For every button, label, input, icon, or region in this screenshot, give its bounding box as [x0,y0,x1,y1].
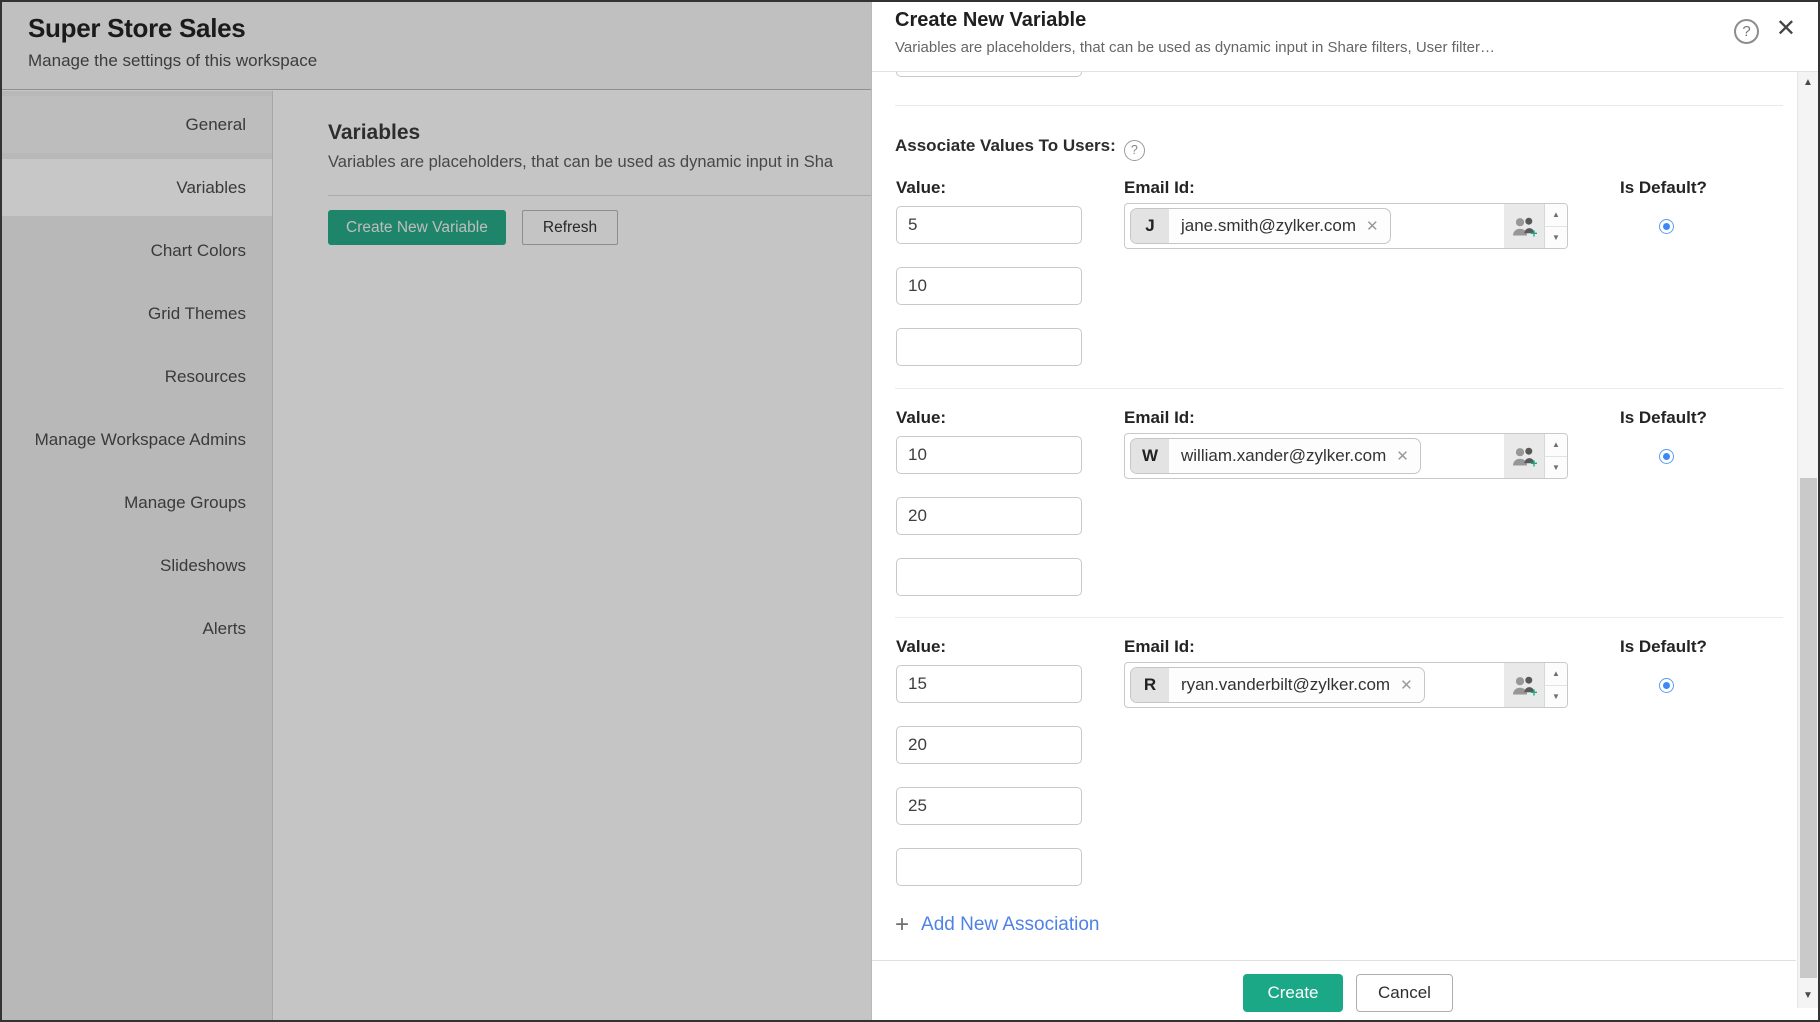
panel-footer: Create Cancel [872,960,1796,1022]
plus-icon: + [895,915,909,935]
user-chip: R ryan.vanderbilt@zylker.com ✕ [1130,667,1425,703]
block-divider [895,388,1783,389]
value-input[interactable] [896,328,1082,366]
user-email: jane.smith@zylker.com [1169,216,1366,236]
add-new-association-label: Add New Association [921,914,1100,936]
remove-user-icon[interactable]: ✕ [1396,447,1420,465]
email-chip-area[interactable]: W william.xander@zylker.com ✕ [1125,434,1504,478]
cancel-button[interactable]: Cancel [1356,974,1453,1012]
email-column-label: Email Id: [1124,637,1195,657]
value-input[interactable] [896,787,1082,825]
panel-scroll-area: Associate Values To Users:? Value: Email… [872,72,1796,959]
svg-text:+: + [1530,226,1537,238]
value-input[interactable] [896,436,1082,474]
is-default-radio[interactable] [1659,219,1674,234]
avatar: J [1131,208,1169,244]
email-id-field[interactable]: J jane.smith@zylker.com ✕ + ▲ [1124,203,1568,249]
value-input[interactable] [896,665,1082,703]
remove-user-icon[interactable]: ✕ [1366,217,1390,235]
value-input[interactable] [896,497,1082,535]
user-email: william.xander@zylker.com [1169,446,1396,466]
create-button[interactable]: Create [1243,974,1343,1012]
panel-header: Create New Variable Variables are placeh… [872,0,1820,72]
block-divider [895,617,1783,618]
spinner-down-icon[interactable]: ▼ [1545,227,1567,249]
value-column-label: Value: [896,178,946,198]
spinner-up-icon[interactable]: ▲ [1545,204,1567,227]
add-users-button[interactable]: + [1504,204,1544,248]
user-chip: J jane.smith@zylker.com ✕ [1130,208,1391,244]
user-spinner: ▲ ▼ [1544,434,1567,478]
svg-text:+: + [1530,456,1537,468]
add-users-button[interactable]: + [1504,434,1544,478]
spinner-up-icon[interactable]: ▲ [1545,663,1567,686]
is-default-radio[interactable] [1659,678,1674,693]
spinner-down-icon[interactable]: ▼ [1545,686,1567,708]
user-spinner: ▲ ▼ [1544,204,1567,248]
add-users-button[interactable]: + [1504,663,1544,707]
email-chip-area[interactable]: J jane.smith@zylker.com ✕ [1125,204,1504,248]
panel-scrollbar[interactable]: ▲ ▼ [1797,72,1818,1008]
spinner-down-icon[interactable]: ▼ [1545,457,1567,479]
add-users-icon: + [1511,674,1538,697]
avatar: R [1131,667,1169,703]
value-input[interactable] [896,726,1082,764]
value-input[interactable] [896,206,1082,244]
email-column-label: Email Id: [1124,408,1195,428]
panel-subtitle: Variables are placeholders, that can be … [895,39,1495,56]
scrollbar-up-icon[interactable]: ▲ [1798,77,1818,88]
scrollbar-thumb[interactable] [1800,478,1817,978]
user-email: ryan.vanderbilt@zylker.com [1169,675,1400,695]
close-icon[interactable]: ✕ [1776,17,1796,41]
value-input[interactable] [896,558,1082,596]
remove-user-icon[interactable]: ✕ [1400,676,1424,694]
email-column-label: Email Id: [1124,178,1195,198]
associate-values-label: Associate Values To Users:? [895,136,1145,161]
value-input[interactable] [896,267,1082,305]
value-input[interactable] [896,848,1082,886]
is-default-column-label: Is Default? [1620,637,1707,657]
add-users-icon: + [1511,445,1538,468]
create-variable-panel: Create New Variable Variables are placeh… [871,0,1820,1022]
panel-title: Create New Variable [895,9,1086,32]
is-default-column-label: Is Default? [1620,178,1707,198]
avatar: W [1131,438,1169,474]
truncated-field-above[interactable] [896,72,1082,77]
spinner-up-icon[interactable]: ▲ [1545,434,1567,457]
scrollbar-down-icon[interactable]: ▼ [1798,990,1818,1001]
app-window: Super Store Sales Manage the settings of… [0,0,1820,1022]
section-divider [895,105,1783,106]
email-id-field[interactable]: R ryan.vanderbilt@zylker.com ✕ + [1124,662,1568,708]
add-new-association-link[interactable]: + Add New Association [895,914,1100,936]
is-default-radio[interactable] [1659,449,1674,464]
svg-text:+: + [1530,685,1537,697]
user-chip: W william.xander@zylker.com ✕ [1130,438,1421,474]
value-column-label: Value: [896,637,946,657]
add-users-icon: + [1511,215,1538,238]
email-chip-area[interactable]: R ryan.vanderbilt@zylker.com ✕ [1125,663,1504,707]
is-default-column-label: Is Default? [1620,408,1707,428]
value-column-label: Value: [896,408,946,428]
modal-overlay [0,0,871,1022]
associate-help-icon[interactable]: ? [1124,140,1145,161]
email-id-field[interactable]: W william.xander@zylker.com ✕ + ▲ [1124,433,1568,479]
user-spinner: ▲ ▼ [1544,663,1567,707]
help-icon[interactable]: ? [1734,19,1759,44]
